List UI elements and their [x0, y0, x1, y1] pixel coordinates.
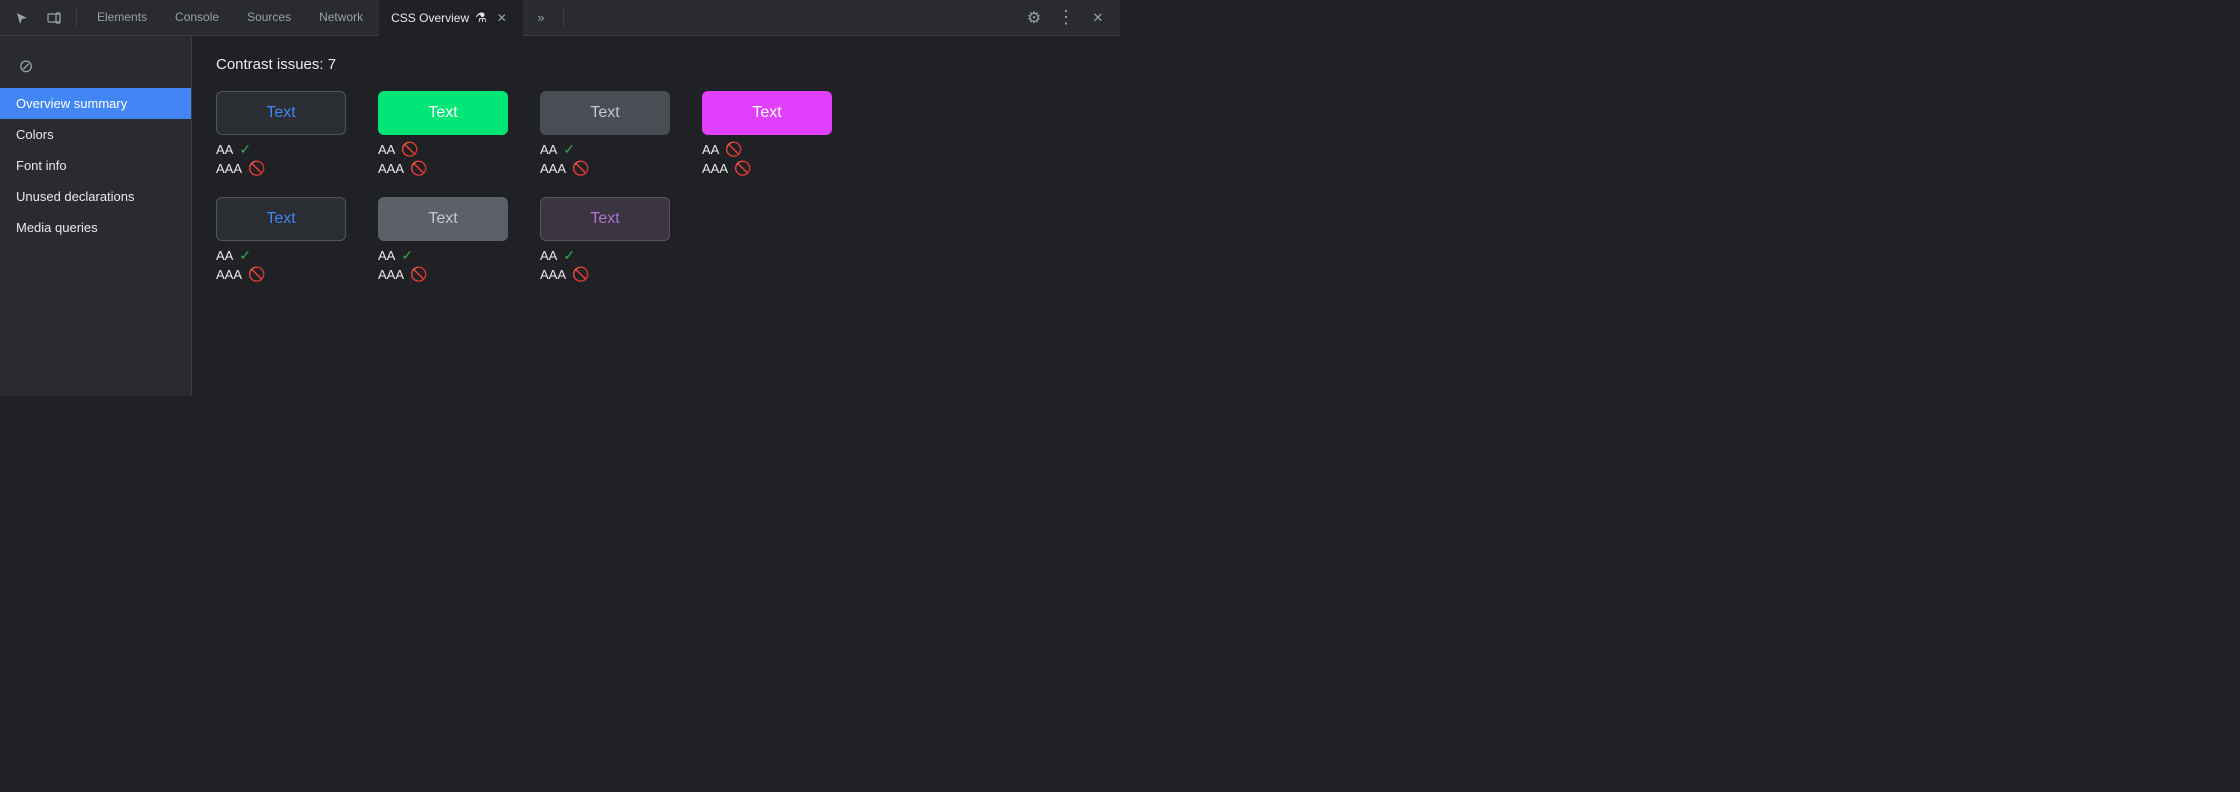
check-aa-pass-icon-7: ✓	[563, 247, 575, 264]
sidebar-item-overview-summary[interactable]: Overview summary	[0, 88, 191, 119]
check-aaa-fail-icon-5: 🚫	[248, 266, 265, 283]
check-aaa-2: AAA 🚫	[378, 160, 508, 177]
contrast-item-1: Text AA ✓ AAA 🚫	[216, 91, 346, 177]
check-aaa-fail-icon-6: 🚫	[410, 266, 427, 283]
check-aa-fail-icon-2: 🚫	[401, 141, 418, 158]
contrast-btn-6[interactable]: Text	[378, 197, 508, 241]
contrast-checks-5: AA ✓ AAA 🚫	[216, 247, 346, 283]
check-aaa-fail-icon-2: 🚫	[410, 160, 427, 177]
device-toggle-icon[interactable]	[40, 4, 68, 32]
kebab-menu-icon[interactable]: ⋮	[1052, 4, 1080, 32]
settings-icon[interactable]: ⚙	[1020, 4, 1048, 32]
check-aaa-1: AAA 🚫	[216, 160, 346, 177]
check-aaa-3: AAA 🚫	[540, 160, 670, 177]
main-layout: ⊘ Overview summary Colors Font info Unus…	[0, 36, 1120, 396]
contrast-item-3: Text AA ✓ AAA 🚫	[540, 91, 670, 177]
check-aaa-fail-icon-4: 🚫	[734, 160, 751, 177]
sidebar-item-colors[interactable]: Colors	[0, 119, 191, 150]
tab-sources[interactable]: Sources	[235, 0, 303, 36]
sidebar-item-media-queries[interactable]: Media queries	[0, 212, 191, 243]
check-aa-3: AA ✓	[540, 141, 670, 158]
sidebar-item-unused-declarations[interactable]: Unused declarations	[0, 181, 191, 212]
check-aaa-fail-icon-1: 🚫	[248, 160, 265, 177]
content-area: Contrast issues: 7 Text AA ✓ AAA	[192, 36, 1120, 396]
toolbar-right-controls: ⚙ ⋮ ✕	[1020, 4, 1112, 32]
contrast-checks-2: AA 🚫 AAA 🚫	[378, 141, 508, 177]
contrast-checks-4: AA 🚫 AAA 🚫	[702, 141, 832, 177]
toolbar-divider-2	[563, 7, 564, 29]
contrast-btn-3[interactable]: Text	[540, 91, 670, 135]
contrast-btn-2[interactable]: Text	[378, 91, 508, 135]
contrast-item-7: Text AA ✓ AAA 🚫	[540, 197, 670, 283]
check-aaa-fail-icon-7: 🚫	[572, 266, 589, 283]
sidebar-item-font-info[interactable]: Font info	[0, 150, 191, 181]
check-aaa-5: AAA 🚫	[216, 266, 346, 283]
close-devtools-icon[interactable]: ✕	[1084, 4, 1112, 32]
contrast-checks-6: AA ✓ AAA 🚫	[378, 247, 508, 283]
check-aa-pass-icon-6: ✓	[401, 247, 413, 264]
check-aaa-4: AAA 🚫	[702, 160, 832, 177]
contrast-btn-7[interactable]: Text	[540, 197, 670, 241]
contrast-item-6: Text AA ✓ AAA 🚫	[378, 197, 508, 283]
contrast-grid: Text AA ✓ AAA 🚫	[216, 91, 1096, 283]
contrast-row-1: Text AA ✓ AAA 🚫	[216, 91, 1096, 177]
check-aa-2: AA 🚫	[378, 141, 508, 158]
tab-css-overview[interactable]: CSS Overview ⚗ ✕	[379, 0, 523, 36]
contrast-btn-4[interactable]: Text	[702, 91, 832, 135]
css-overview-label: CSS Overview	[391, 11, 469, 25]
check-aa-4: AA 🚫	[702, 141, 832, 158]
toolbar-divider-1	[76, 7, 77, 29]
tab-elements[interactable]: Elements	[85, 0, 159, 36]
check-aa-pass-icon-5: ✓	[239, 247, 251, 264]
sidebar: ⊘ Overview summary Colors Font info Unus…	[0, 36, 192, 396]
check-aaa-6: AAA 🚫	[378, 266, 508, 283]
check-aa-5: AA ✓	[216, 247, 346, 264]
check-aa-pass-icon-1: ✓	[239, 141, 251, 158]
contrast-btn-5[interactable]: Text	[216, 197, 346, 241]
tab-console[interactable]: Console	[163, 0, 231, 36]
contrast-item-4: Text AA 🚫 AAA 🚫	[702, 91, 832, 177]
cursor-tool-icon[interactable]	[8, 4, 36, 32]
tab-network[interactable]: Network	[307, 0, 375, 36]
contrast-issues-title: Contrast issues: 7	[216, 56, 1096, 73]
check-aa-7: AA ✓	[540, 247, 670, 264]
contrast-checks-3: AA ✓ AAA 🚫	[540, 141, 670, 177]
contrast-item-2: Text AA 🚫 AAA 🚫	[378, 91, 508, 177]
check-aaa-7: AAA 🚫	[540, 266, 670, 283]
contrast-checks-7: AA ✓ AAA 🚫	[540, 247, 670, 283]
css-overview-close-icon[interactable]: ✕	[493, 9, 511, 27]
contrast-btn-1[interactable]: Text	[216, 91, 346, 135]
more-tabs-icon[interactable]: »	[527, 4, 555, 32]
devtools-toolbar: Elements Console Sources Network CSS Ove…	[0, 0, 1120, 36]
check-aa-pass-icon-3: ✓	[563, 141, 575, 158]
check-aa-fail-icon-4: 🚫	[725, 141, 742, 158]
flask-icon: ⚗	[475, 10, 487, 26]
check-aaa-fail-icon-3: 🚫	[572, 160, 589, 177]
check-aa-1: AA ✓	[216, 141, 346, 158]
contrast-checks-1: AA ✓ AAA 🚫	[216, 141, 346, 177]
sidebar-no-icon[interactable]: ⊘	[8, 48, 44, 84]
contrast-item-5: Text AA ✓ AAA 🚫	[216, 197, 346, 283]
contrast-row-2: Text AA ✓ AAA 🚫	[216, 197, 1096, 283]
check-aa-6: AA ✓	[378, 247, 508, 264]
